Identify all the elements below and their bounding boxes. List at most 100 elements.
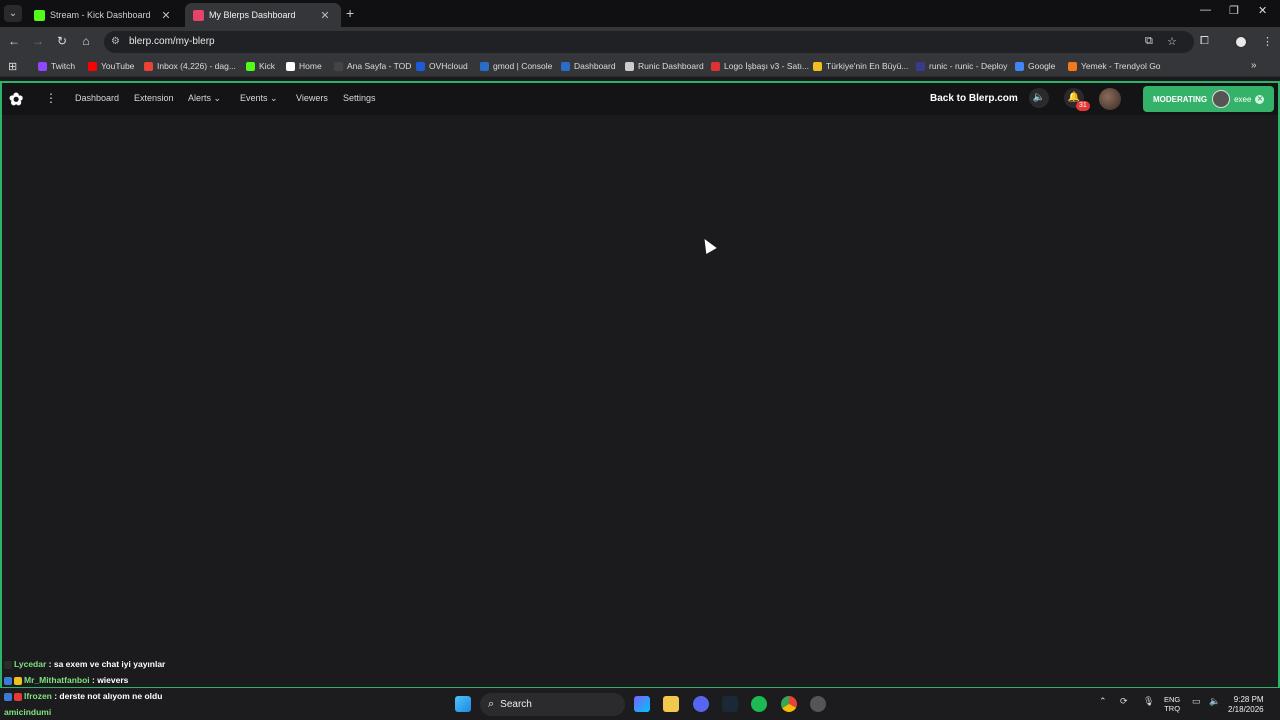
discord-icon[interactable] [693,696,709,712]
chat-line: Lycedar : sa exem ve chat iyi yayınlar [4,659,165,669]
bookmark-label: Dashboard [574,61,616,71]
tab-kick-dashboard[interactable]: Stream - Kick Dashboard ✕ [26,3,182,27]
sync-icon[interactable]: ⟳ [1120,696,1128,707]
close-window-button[interactable]: ✕ [1258,4,1267,17]
nav-alerts[interactable]: Alerts ⌄ [188,93,221,104]
language-indicator[interactable]: ENG TRQ [1164,695,1180,713]
bookmark-label: Kick [259,61,276,71]
bookmark-item[interactable]: Runic Dashboard [625,61,704,71]
bookmark-favicon-icon [416,61,425,71]
chat-user: Mr_Mithatfanboi [24,675,90,685]
nav-viewers[interactable]: Viewers [296,93,328,103]
chat-user: amicindumi [4,707,52,717]
blerp-favicon-icon [193,9,204,21]
clock-date: 2/18/2026 [1228,705,1264,714]
bookmark-label: Runic Dashboard [638,61,704,71]
reload-icon[interactable]: ↻ [54,34,70,48]
bookmark-label: Home [299,61,322,71]
bookmark-label: Twitch [51,61,76,71]
bookmark-item[interactable]: gmod | Console [480,61,552,71]
profile-avatar[interactable] [1234,35,1248,49]
taskbar-search[interactable]: ⌕ Search [480,693,625,716]
bookmark-label: gmod | Console [493,61,553,71]
bookmark-label: OVHcloud [429,61,468,71]
bookmark-label: Türkiye'nin En Büyü... [826,61,909,71]
bookmark-item[interactable]: Ana Sayfa - TOD [334,61,411,71]
steam-icon[interactable] [722,696,738,712]
copilot-icon[interactable] [634,696,650,712]
moderated-user-avatar [1212,90,1231,108]
bookmark-item[interactable]: Türkiye'nin En Büyü... [813,61,908,71]
bookmark-item[interactable]: OVHcloud [416,61,468,71]
extensions-icon[interactable]: ⧠ [1200,35,1209,48]
file-explorer-icon[interactable] [663,696,679,712]
tab-search-button[interactable]: ⌄ [4,5,22,22]
home-icon[interactable]: ⌂ [78,34,94,48]
bookmark-item[interactable]: Kick [246,61,275,71]
chat-badge-icon [4,692,12,701]
restore-button[interactable]: ❐ [1229,4,1239,17]
minimize-button[interactable]: — [1200,4,1211,16]
start-windows-icon[interactable] [455,696,471,712]
back-to-blerp-link[interactable]: Back to Blerp.com [930,93,1018,104]
search-icon: ⌕ [488,698,495,710]
bookmark-label: Logo İşbaşı v3 - Satı... [724,61,810,71]
new-tab-button[interactable]: + [346,5,354,21]
bookmark-favicon-icon [334,61,343,71]
nav-settings[interactable]: Settings [343,93,376,103]
site-info-icon[interactable]: ⚙ [111,36,120,47]
bookmark-favicon-icon [625,61,634,71]
close-icon[interactable]: ✕ [319,9,331,22]
url-text[interactable]: blerp.com/my-blerp [129,36,215,47]
menu-kebab-icon[interactable]: ⋮ [1262,35,1273,48]
app-header: ✿ ⋮ Dashboard Extension Alerts ⌄ Events … [2,83,1278,115]
close-icon[interactable]: ✕ [1255,94,1265,104]
tab-strip: ⌄ Stream - Kick Dashboard ✕ My Blerps Da… [0,0,1280,27]
chrome-icon[interactable] [781,696,797,712]
bookmark-item[interactable]: Dashboard [561,61,616,71]
microphone-icon[interactable]: 🎙 [1143,696,1154,707]
user-avatar[interactable] [1099,88,1121,110]
tab-blerp-dashboard[interactable]: My Blerps Dashboard ✕ [185,3,341,27]
bookmark-favicon-icon [144,61,153,71]
address-bar[interactable]: ⚙ blerp.com/my-blerp [104,31,1194,53]
close-icon[interactable]: ✕ [160,9,172,22]
bookmark-item[interactable]: Home [286,61,322,71]
forward-arrow-icon[interactable]: → [30,34,46,48]
obs-icon[interactable] [810,696,826,712]
nav-events[interactable]: Events ⌄ [240,93,278,104]
chat-message: : wievers [89,675,129,685]
more-bookmarks-icon[interactable]: » [1251,60,1257,71]
nav-extension[interactable]: Extension [134,93,174,103]
bookmark-item[interactable]: Logo İşbaşı v3 - Satı... [711,61,809,71]
bookmark-item[interactable]: Inbox (4,226) - dag... [144,61,236,71]
install-app-icon[interactable]: ⧉ [1145,35,1153,48]
volume-icon[interactable]: 🔈 [1029,88,1049,108]
bookmark-item[interactable]: Google [1015,61,1055,71]
back-arrow-icon[interactable]: ← [6,34,22,48]
bookmark-item[interactable]: Twitch [38,61,75,71]
bookmark-item[interactable]: Yemek - Trendyol Go [1068,61,1161,71]
blerp-logo-icon[interactable]: ✿ [9,90,23,110]
bookmark-item[interactable]: YouTube [88,61,134,71]
chat-badge-icon [14,676,22,685]
nav-alerts-label: Alerts [188,93,212,103]
more-options-icon[interactable]: ⋮ [45,91,57,105]
spotify-icon[interactable] [751,696,767,712]
moderating-label: MODERATING [1153,94,1208,104]
bookmark-favicon-icon [813,61,822,71]
chevron-down-icon: ⌄ [270,93,278,103]
clock[interactable]: 9:28 PM 2/18/2026 [1228,695,1264,715]
speaker-icon[interactable]: 🔈 [1209,696,1220,707]
bookmark-star-icon[interactable]: ☆ [1167,35,1177,48]
chat-user: lfrozen [24,691,52,701]
lang-bottom: TRQ [1164,704,1181,713]
moderating-button[interactable]: MODERATING exee ✕ [1143,86,1274,112]
apps-grid-icon[interactable]: ⊞ [8,60,17,73]
bookmark-item[interactable]: runic - runic - Deploy [916,61,1007,71]
chevron-down-icon: ⌄ [213,93,222,103]
chat-badge-icon [4,676,12,685]
monitor-icon[interactable]: ▭ [1192,696,1201,707]
chevron-up-icon[interactable]: ⌃ [1099,696,1107,707]
nav-dashboard[interactable]: Dashboard [75,93,119,103]
